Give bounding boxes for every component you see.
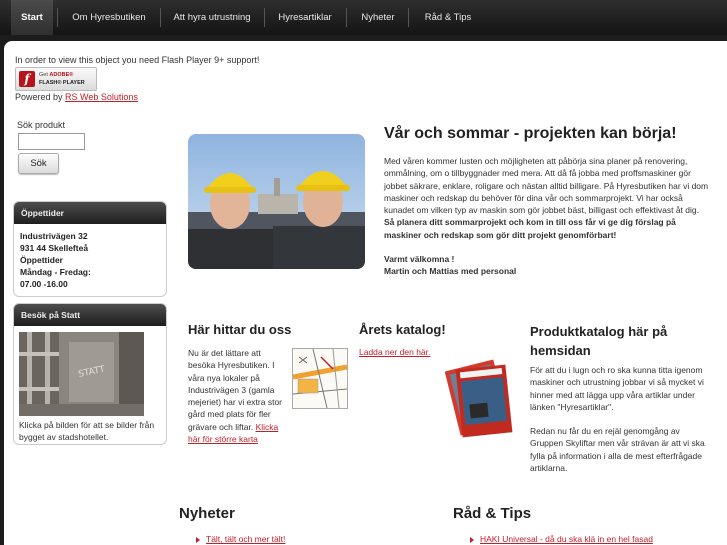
product-catalog-title-line1: Produktkatalog här på: [530, 324, 668, 339]
intro-bold-paragraph: Så planera ditt sommarprojekt och kom in…: [384, 217, 676, 240]
product-catalog-title: Produktkatalog här på hemsidan: [530, 322, 667, 360]
nav-start[interactable]: Start: [11, 0, 53, 35]
main-navigation: Start Om Hyresbutiken Att hyra utrustnin…: [0, 0, 727, 35]
welcome-text: Varmt välkomna !: [384, 254, 455, 265]
nav-hyresartiklar[interactable]: Hyresartiklar: [272, 0, 338, 35]
catalog-cover-image[interactable]: [444, 357, 523, 445]
tips-title: Råd & Tips: [453, 505, 532, 522]
visit-statt-caption: Klicka på bilden för att se bilder från …: [19, 420, 155, 442]
hero-photo-owners: [188, 134, 365, 269]
opening-hours-box: Öppettider Industrivägen 32 931 44 Skell…: [13, 201, 167, 297]
nav-om-hyresbutiken[interactable]: Om Hyresbutiken: [66, 0, 152, 35]
nav-separator: [264, 8, 265, 27]
find-us-description: Nu är det lättare att besöka Hyresbutike…: [188, 348, 282, 432]
address-line: Industrivägen 32: [20, 231, 88, 241]
product-catalog-paragraph2: Redan nu får du en rejäl genomgång av Gr…: [530, 426, 705, 474]
intro-paragraph: Med våren kommer lusten och möjligheten …: [384, 156, 709, 216]
stadshotellet-photo[interactable]: STATT: [19, 332, 144, 416]
tips-item-link[interactable]: HAKI Universal - då du ska klä in en hel…: [480, 534, 653, 544]
nav-nyheter[interactable]: Nyheter: [354, 0, 402, 35]
product-catalog-title-line2: hemsidan: [530, 343, 591, 358]
opening-hours-body: Industrivägen 32 931 44 Skellefteå Öppet…: [14, 224, 166, 296]
hours-days: Måndag - Fredag:: [20, 267, 91, 277]
nav-separator: [160, 8, 161, 27]
nav-att-hyra-utrustning[interactable]: Att hyra utrustning: [168, 0, 256, 35]
nav-separator: [57, 8, 58, 27]
news-item-link[interactable]: Tält, tält och mer tält!: [206, 534, 285, 544]
download-catalog-link[interactable]: Ladda ner den här.: [359, 347, 430, 357]
powered-by: Powered by RS Web Solutions: [15, 92, 138, 102]
bullet-arrow-icon: [196, 536, 200, 543]
visit-statt-box: Besök på Statt STATT Klicka på bilden fö…: [13, 303, 167, 445]
flash-badge-line2: FLASH® PLAYER: [39, 80, 85, 86]
opening-hours-title: Öppettider: [14, 202, 166, 224]
page-content: In order to view this object you need Fl…: [4, 41, 727, 545]
product-catalog-text: För att du i lugn och ro ska kunna titta…: [530, 364, 705, 474]
flash-badge-line1: Get ADOBE®: [39, 72, 74, 78]
get-flash-player-button[interactable]: f Get ADOBE® FLASH® PLAYER: [15, 67, 97, 91]
hours-heading: Öppettider: [20, 255, 63, 265]
nav-separator: [408, 8, 409, 27]
catalog-text: Ladda ner den här.: [359, 346, 430, 358]
find-us-title: Här hittar du oss: [188, 322, 292, 337]
catalog-title: Årets katalog!: [359, 322, 446, 337]
find-us-text: Nu är det lättare att besöka Hyresbutike…: [188, 347, 286, 445]
intro-text: Med våren kommer lusten och möjligheten …: [384, 155, 714, 278]
tips-item[interactable]: HAKI Universal - då du ska klä in en hel…: [470, 534, 653, 544]
signature-text: Martin och Mattias med personal: [384, 266, 517, 277]
page-title: Vår och sommar - projekten kan börja!: [384, 125, 677, 142]
news-title: Nyheter: [179, 505, 235, 522]
flash-notice: In order to view this object you need Fl…: [15, 55, 260, 65]
bullet-arrow-icon: [470, 536, 474, 543]
nav-separator: [346, 8, 347, 27]
nav-rad-tips[interactable]: Råd & Tips: [416, 0, 480, 35]
product-catalog-paragraph1: För att du i lugn och ro ska kunna titta…: [530, 365, 704, 412]
search-label: Sök produkt: [17, 120, 66, 130]
news-item[interactable]: Tält, tält och mer tält!: [196, 534, 285, 544]
hours-times: 07.00 -16.00: [20, 279, 68, 289]
location-map[interactable]: [292, 348, 348, 409]
search-button[interactable]: Sök: [18, 153, 59, 174]
visit-statt-title: Besök på Statt: [14, 304, 166, 326]
rs-web-solutions-link[interactable]: RS Web Solutions: [65, 92, 138, 102]
search-input[interactable]: [18, 133, 85, 150]
postal-line: 931 44 Skellefteå: [20, 243, 89, 253]
flash-logo-icon: f: [19, 71, 35, 87]
